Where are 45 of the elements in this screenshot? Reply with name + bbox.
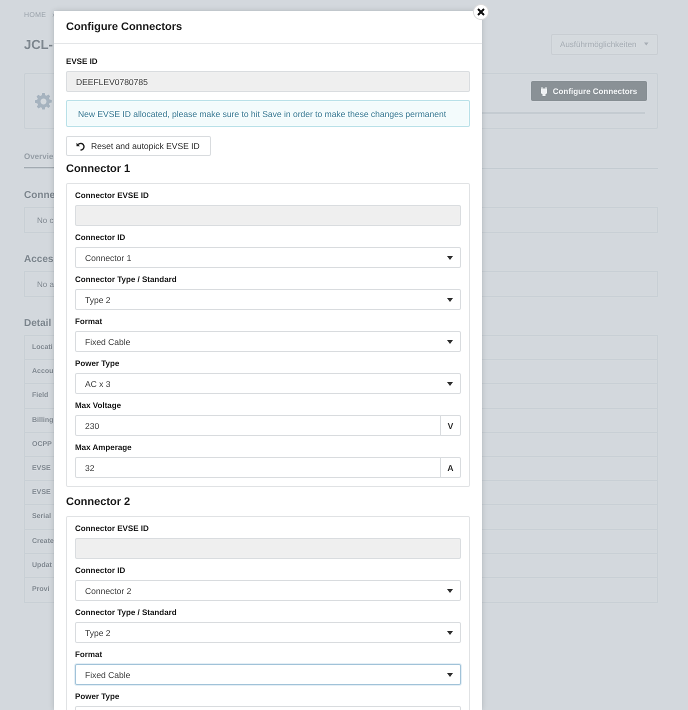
caret-icon — [447, 672, 453, 676]
select-field[interactable]: Connector 1 — [75, 247, 461, 268]
field-label: Power Type — [75, 358, 120, 369]
caret-icon — [447, 256, 453, 260]
select-field[interactable]: Connector 2 — [75, 580, 461, 601]
page-title: JCL- — [24, 36, 53, 52]
input-field[interactable]: 230 V — [75, 415, 461, 436]
unit-label: V — [440, 416, 460, 435]
select-field[interactable]: Type 2 — [75, 622, 461, 643]
field-label: Max Amperage — [75, 442, 133, 453]
caret-icon — [447, 298, 453, 302]
caret-icon — [447, 382, 453, 386]
reset-button[interactable]: Reset and autopick EVSE ID — [66, 136, 211, 156]
select-field[interactable]: AC x 3 — [75, 373, 461, 394]
caret-icon — [447, 340, 453, 344]
section-heading: Acces — [24, 254, 52, 265]
field-label: Format — [75, 649, 104, 660]
field-label: Connector ID — [75, 565, 126, 576]
select-field[interactable]: Fixed Cable — [75, 664, 461, 685]
plug-icon — [540, 86, 547, 96]
select-field[interactable]: Fixed Cable — [75, 331, 461, 352]
caret-icon — [447, 588, 453, 592]
select-field[interactable]: Type 2 — [75, 289, 461, 310]
field-label: Format — [75, 316, 104, 327]
gear-icon — [35, 92, 52, 110]
field-label: EVSE ID — [66, 56, 99, 67]
undo-icon — [76, 142, 85, 150]
section-heading: Connector 2 — [66, 495, 132, 509]
field-label: Connector Type / Standard — [75, 607, 178, 618]
section-heading: Detail — [24, 318, 52, 329]
close-icon — [477, 8, 485, 16]
section-heading: Conne — [24, 190, 52, 201]
info-alert: New EVSE ID allocated, please make sure to hit Save in order to make these changes permanent — [66, 100, 470, 127]
input-field[interactable]: 32 A — [75, 457, 461, 478]
field-label: Connector ID — [75, 232, 126, 243]
field-label: Connector EVSE ID — [75, 190, 150, 201]
section-heading: Connector 1 — [66, 162, 132, 176]
field-label: Power Type — [75, 691, 120, 702]
caret-icon — [447, 630, 453, 634]
readonly-field: DEEFLEV0780785 — [66, 71, 470, 92]
unit-label: A — [440, 458, 460, 477]
field-label: Connector EVSE ID — [75, 523, 150, 534]
field-label: Max Voltage — [75, 400, 122, 411]
field-label: Connector Type / Standard — [75, 274, 178, 285]
caret-icon — [644, 42, 649, 46]
